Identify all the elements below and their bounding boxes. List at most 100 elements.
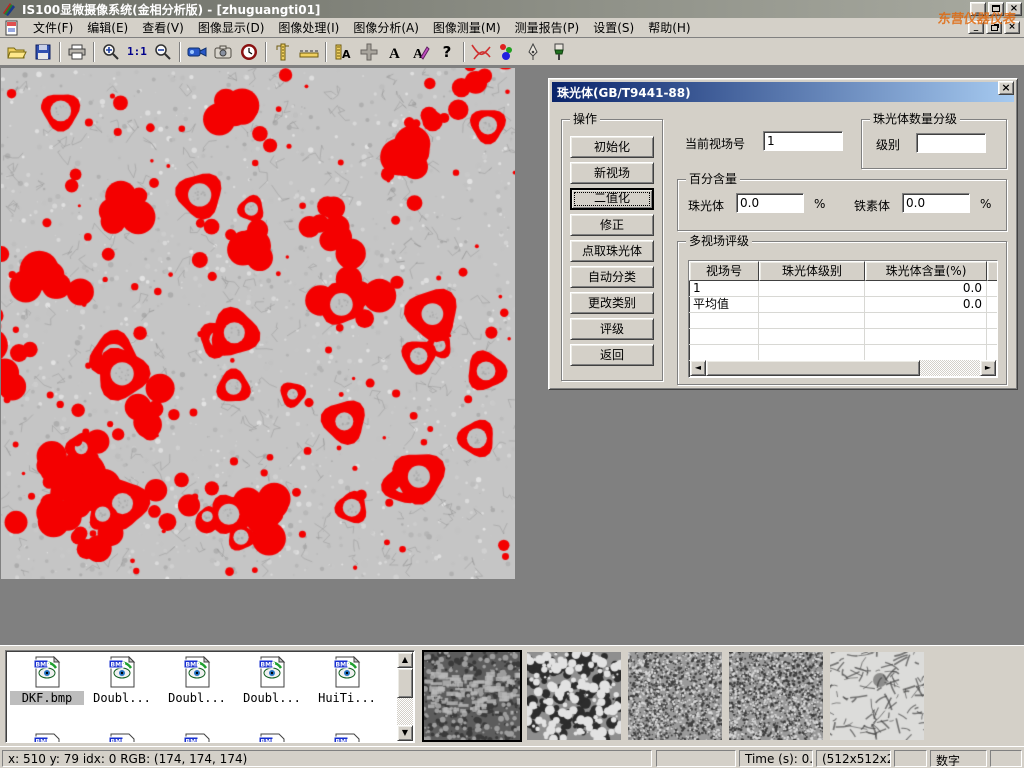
save-button[interactable]: [30, 40, 56, 64]
file-item[interactable]: BMP HuiTi...: [310, 656, 384, 705]
col-pearlite-content[interactable]: 珠光体含量(%): [865, 261, 987, 281]
actual-size-button[interactable]: 1:1: [124, 40, 150, 64]
menu-edit[interactable]: 编辑(E): [80, 17, 135, 38]
file-item[interactable]: BMP Doubl...: [85, 656, 159, 705]
zoom-in-button[interactable]: [98, 40, 124, 64]
file-name[interactable]: HuiTi...: [310, 691, 384, 705]
grid-overlay-button[interactable]: [356, 40, 382, 64]
menu-settings[interactable]: 设置(S): [586, 17, 641, 38]
scroll-right-icon[interactable]: ►: [980, 360, 996, 376]
pearlite-percent-input[interactable]: [736, 193, 804, 213]
scroll-thumb[interactable]: [397, 668, 413, 698]
col-pearlite-grade[interactable]: 珠光体级别: [759, 261, 865, 281]
pen-icon: [526, 43, 540, 61]
minimize-button[interactable]: _: [970, 2, 986, 16]
curve-tool-button[interactable]: [468, 40, 494, 64]
thumbnail-3[interactable]: [628, 652, 722, 740]
thumbnail-4[interactable]: [729, 652, 823, 740]
table-row[interactable]: 1 0.0: [689, 281, 998, 297]
correct-button[interactable]: 修正: [570, 214, 654, 236]
col-ferrite-content[interactable]: 铁素体含量(%): [987, 261, 998, 281]
mdi-minimize-button[interactable]: _: [968, 21, 984, 34]
file-list-scrollbar[interactable]: ▲ ▼: [397, 652, 413, 741]
grading-group-label: 珠光体数量分级: [870, 112, 960, 126]
photo-capture-button[interactable]: [210, 40, 236, 64]
maximize-button[interactable]: [988, 2, 1004, 16]
file-item[interactable]: BMP Doubl...: [235, 656, 309, 705]
thumbnail-1[interactable]: [424, 652, 520, 740]
file-item[interactable]: BMP: [310, 733, 384, 743]
dialog-close-icon: ×: [1001, 81, 1010, 94]
menu-view[interactable]: 查看(V): [135, 17, 191, 38]
file-item[interactable]: BMP DKF.bmp: [10, 656, 84, 705]
close-icon: ×: [1010, 3, 1018, 14]
close-button[interactable]: ×: [1006, 2, 1022, 16]
thumbnail-2[interactable]: [527, 652, 621, 740]
menu-image-display[interactable]: 图像显示(D): [191, 17, 272, 38]
curve-icon: [470, 43, 492, 61]
return-button[interactable]: 返回: [570, 344, 654, 366]
menu-image-measure[interactable]: 图像测量(M): [426, 17, 508, 38]
table-horizontal-scrollbar[interactable]: ◄ ►: [690, 360, 996, 376]
file-item[interactable]: BMP: [160, 733, 234, 743]
scroll-up-icon[interactable]: ▲: [397, 652, 413, 668]
text-edit-button[interactable]: A: [408, 40, 434, 64]
rating-table[interactable]: 视场号 珠光体级别 珠光体含量(%) 铁素体含量(%) 1 0.0 平均值 0.…: [688, 260, 998, 378]
file-browser: BMP DKF.bmp BMP Doubl... BMP Doubl...: [5, 650, 415, 743]
menu-image-processing[interactable]: 图像处理(I): [271, 17, 346, 38]
zoom-out-button[interactable]: [150, 40, 176, 64]
scroll-left-icon[interactable]: ◄: [690, 360, 706, 376]
change-class-button[interactable]: 更改类别: [570, 292, 654, 314]
col-field-number[interactable]: 视场号: [689, 261, 759, 281]
scroll-thumb[interactable]: [706, 360, 920, 376]
bmp-file-icon: BMP: [32, 656, 62, 688]
scroll-down-icon[interactable]: ▼: [397, 725, 413, 741]
specimen-image[interactable]: [1, 68, 515, 579]
file-name[interactable]: Doubl...: [160, 691, 234, 705]
current-field-input[interactable]: [763, 131, 843, 151]
auto-classify-button[interactable]: 自动分类: [570, 266, 654, 288]
menu-measure-report[interactable]: 测量报告(P): [508, 17, 587, 38]
mdi-restore-button[interactable]: [986, 21, 1002, 34]
caliper-measure-button[interactable]: [270, 40, 296, 64]
file-item[interactable]: BMP: [10, 733, 84, 743]
file-item[interactable]: BMP Doubl...: [160, 656, 234, 705]
status-empty-cell: [656, 750, 736, 767]
rate-button[interactable]: 评级: [570, 318, 654, 340]
ruler-button[interactable]: [296, 40, 322, 64]
file-name[interactable]: Doubl...: [85, 691, 159, 705]
menu-help[interactable]: 帮助(H): [641, 17, 697, 38]
thumbnail-5[interactable]: [830, 652, 924, 740]
dialog-close-button[interactable]: ×: [998, 81, 1014, 95]
particle-mark-button[interactable]: [494, 40, 520, 64]
scroll-track[interactable]: [706, 360, 980, 376]
text-tool-button[interactable]: A: [382, 40, 408, 64]
mdi-close-button[interactable]: ×: [1004, 21, 1020, 34]
dialog-title-bar[interactable]: 珠光体(GB/T9441-88): [552, 82, 1014, 102]
menu-image-analysis[interactable]: 图像分析(A): [346, 17, 426, 38]
file-item[interactable]: BMP: [235, 733, 309, 743]
new-field-button[interactable]: 新视场: [570, 162, 654, 184]
brush-tool-button[interactable]: [546, 40, 572, 64]
svg-text:BMP: BMP: [186, 739, 202, 744]
scale-annotate-button[interactable]: A: [330, 40, 356, 64]
menu-file[interactable]: 文件(F): [26, 17, 80, 38]
brush-icon: [553, 43, 565, 61]
help-button[interactable]: ?: [434, 40, 460, 64]
file-name[interactable]: DKF.bmp: [10, 691, 84, 705]
timer-button[interactable]: [236, 40, 262, 64]
pen-tool-button[interactable]: [520, 40, 546, 64]
video-capture-button[interactable]: [184, 40, 210, 64]
file-name[interactable]: Doubl...: [235, 691, 309, 705]
bmp-file-icon: BMP: [332, 733, 362, 743]
document-icon: [4, 20, 20, 36]
initialize-button[interactable]: 初始化: [570, 136, 654, 158]
table-row[interactable]: 平均值 0.0: [689, 297, 998, 313]
binarize-button[interactable]: 二值化: [570, 188, 654, 210]
file-item[interactable]: BMP: [85, 733, 159, 743]
grade-input[interactable]: [916, 133, 986, 153]
print-button[interactable]: [64, 40, 90, 64]
ferrite-percent-input[interactable]: [902, 193, 970, 213]
open-file-button[interactable]: [4, 40, 30, 64]
pick-pearlite-button[interactable]: 点取珠光体: [570, 240, 654, 262]
